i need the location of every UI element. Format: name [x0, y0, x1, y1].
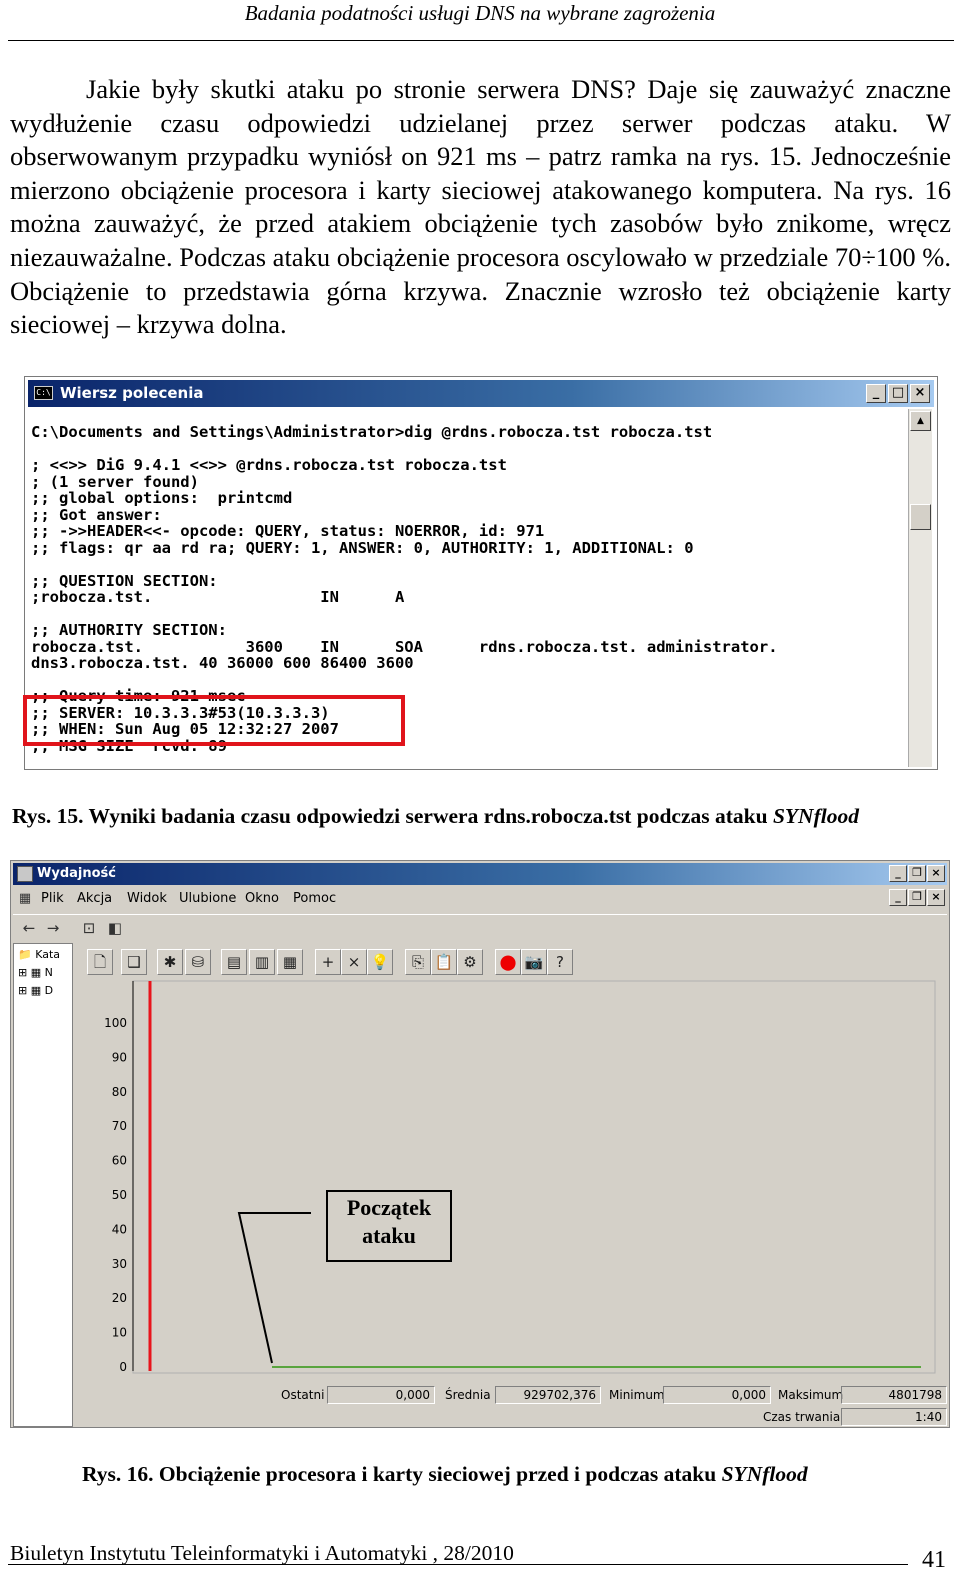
footer-rule: [8, 1564, 908, 1565]
body-paragraph: Jakie były skutki ataku po stronie serwe…: [10, 74, 951, 340]
y-tick-label: 90: [112, 1050, 127, 1064]
y-tick-label: 40: [112, 1222, 127, 1236]
close-button[interactable]: ×: [910, 384, 930, 403]
mmc-icon: ▦: [18, 891, 32, 906]
y-tick-label: 30: [112, 1257, 127, 1271]
stat-last-value: 0,000: [327, 1386, 435, 1404]
console-line: ;; ->>HEADER<<- opcode: QUERY, status: N…: [31, 522, 545, 540]
stat-maximum-value: 4801798: [841, 1386, 947, 1404]
stat-average-label: Średnia: [445, 1388, 491, 1402]
menu-widok[interactable]: Widok: [127, 891, 167, 907]
console-line: ;; QUESTION SECTION:: [31, 571, 218, 590]
scroll-up-arrow-icon[interactable]: ▲: [910, 411, 931, 431]
console-line: ; <<>> DiG 9.4.1 <<>> @rdns.robocza.tst …: [31, 456, 507, 474]
performance-app-icon: [17, 866, 33, 882]
performance-chart: 1009080706050403020100Początekataku: [104, 980, 936, 1374]
figure-16-caption: Rys. 16. Obciążenie procesora i karty si…: [82, 1462, 808, 1486]
tree-item-data[interactable]: ⊞ ▦ D: [18, 984, 53, 998]
stat-duration-label: Czas trwania: [763, 1410, 841, 1424]
console-line: ;; AUTHORITY SECTION:: [31, 621, 227, 639]
menu-bar: ▦ Plik Akcja Widok Ulubione Okno Pomoc _…: [13, 887, 947, 911]
stat-minimum-label: Minimum: [609, 1388, 665, 1402]
console-line: ; (1 server found): [31, 472, 199, 491]
figure-15-caption: Rys. 15. Wyniki badania czasu odpowiedzi…: [12, 804, 859, 828]
forward-arrow-icon[interactable]: →: [43, 918, 63, 938]
scroll-thumb[interactable]: [910, 504, 931, 530]
performance-monitor-window: Wydajność _ ❐ × ▦ Plik Akcja Widok Ulubi…: [10, 860, 950, 1428]
y-tick-label: 0: [119, 1360, 127, 1374]
plot-area: [132, 980, 936, 1374]
page-number: 41: [922, 1547, 946, 1573]
tree-item-console-root[interactable]: 📁 Kata: [18, 948, 60, 962]
cmd-titlebar[interactable]: C:\ Wiersz polecenia _ □ ×: [28, 380, 934, 407]
console-line: ;; global options: printcmd: [31, 489, 293, 507]
child-close-button[interactable]: ×: [927, 889, 945, 906]
stat-average-value: 929702,376: [495, 1386, 601, 1404]
cmd-window-title: Wiersz polecenia: [60, 384, 204, 402]
header-rule: [8, 40, 954, 41]
y-tick-label: 100: [104, 1016, 127, 1030]
show-tree-icon[interactable]: ◧: [105, 918, 125, 938]
y-tick-label: 60: [112, 1154, 127, 1168]
vertical-scrollbar[interactable]: ▲: [908, 409, 932, 767]
query-time-highlight-box: [23, 695, 405, 746]
minimize-button[interactable]: _: [866, 384, 886, 403]
console-line: dns3.robocza.tst. 40 36000 600 86400 360…: [31, 654, 414, 672]
menu-pomoc[interactable]: Pomoc: [293, 891, 336, 907]
perf-close-button[interactable]: ×: [927, 865, 945, 882]
console-line: ;robocza.tst. IN A: [31, 588, 405, 606]
tree-item-perf-logs[interactable]: ⊞ ▦ N: [18, 966, 53, 980]
y-tick-label: 50: [112, 1188, 127, 1202]
console-line: ;; Got answer:: [31, 505, 162, 524]
system-monitor-pane: 🗋 ❑ ✱ ⛁ ▤ ▥ ▦ + × 💡 ⎘ 📋 ⚙ ⬤ 📷 ? 100 90 80 7…: [77, 943, 947, 1427]
y-tick-label: 20: [112, 1291, 127, 1305]
up-folder-icon[interactable]: ⊡: [79, 918, 99, 938]
perf-restore-button[interactable]: ❐: [908, 865, 926, 882]
y-tick-label: 70: [112, 1119, 127, 1133]
stat-minimum-value: 0,000: [663, 1386, 771, 1404]
stat-last-label: Ostatni: [281, 1388, 325, 1402]
child-restore-button[interactable]: ❐: [908, 889, 926, 906]
console-icon: C:\: [34, 386, 53, 400]
console-tree: 📁 Kata ⊞ ▦ N ⊞ ▦ D: [13, 943, 73, 1427]
y-tick-label: 10: [112, 1326, 127, 1340]
navigation-toolbar: ← → ⊡ ◧: [13, 914, 947, 940]
child-minimize-button[interactable]: _: [889, 889, 907, 906]
perf-minimize-button[interactable]: _: [889, 865, 907, 882]
stat-duration-value: 1:40: [841, 1408, 947, 1426]
annotation-text: ataku: [362, 1223, 416, 1248]
console-line: ;; flags: qr aa rd ra; QUERY: 1, ANSWER:…: [31, 538, 694, 557]
running-header: Badania podatności usługi DNS na wybrane…: [244, 1, 716, 25]
console-line: robocza.tst. 3600 IN SOA rdns.robocza.ts…: [31, 637, 778, 656]
menu-okno[interactable]: Okno: [245, 891, 279, 907]
back-arrow-icon[interactable]: ←: [19, 918, 39, 938]
menu-akcja[interactable]: Akcja: [77, 891, 112, 907]
maximize-button[interactable]: □: [888, 384, 908, 403]
menu-ulubione[interactable]: Ulubione: [179, 891, 236, 907]
stat-maximum-label: Maksimum: [778, 1388, 844, 1402]
annotation-text: Początek: [347, 1195, 432, 1220]
y-tick-label: 80: [112, 1085, 127, 1099]
menu-plik[interactable]: Plik: [41, 891, 64, 907]
perf-window-title: Wydajność: [37, 866, 116, 881]
footer-journal: Biuletyn Instytutu Teleinformatyki i Aut…: [10, 1541, 514, 1565]
console-line: C:\Documents and Settings\Administrator>…: [31, 424, 713, 441]
perf-titlebar[interactable]: Wydajność _ ❐ ×: [13, 863, 947, 885]
